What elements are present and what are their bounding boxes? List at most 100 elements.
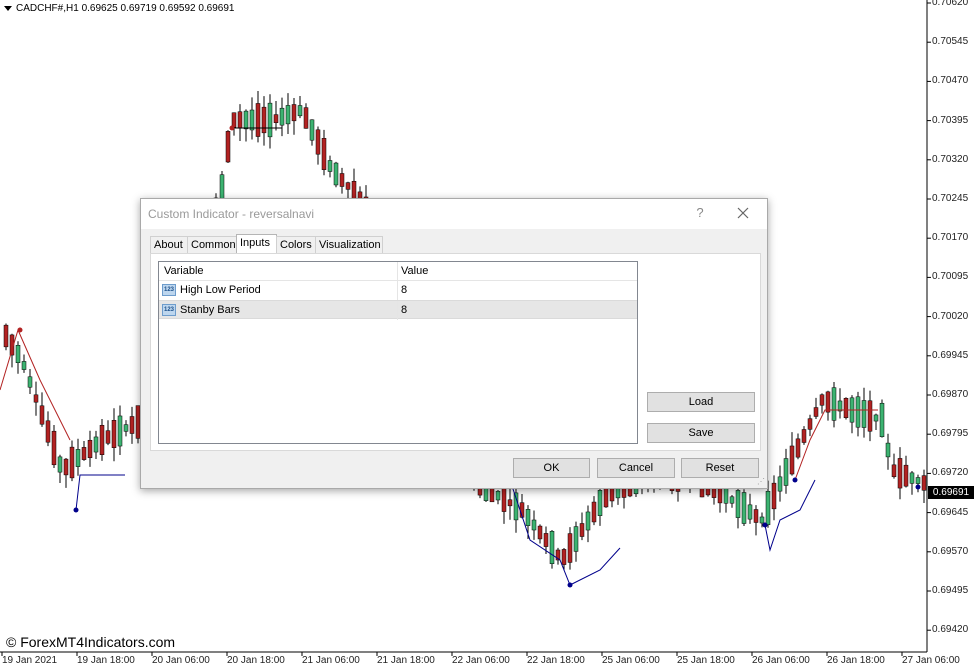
time-tick-label: 21 Jan 06:00	[302, 655, 360, 666]
candle-body	[129, 416, 135, 434]
inputs-grid: Variable Value 123 High Low Period 8 123…	[158, 261, 638, 444]
price-tick-label: 0.70620	[932, 0, 969, 8]
candle-body	[723, 488, 729, 504]
ok-button[interactable]: OK	[513, 458, 590, 478]
candle-body	[117, 415, 123, 447]
support-line	[75, 474, 125, 511]
candle-body	[303, 107, 309, 129]
candle-body	[99, 425, 105, 455]
time-tick-label: 25 Jan 06:00	[602, 655, 660, 666]
candle-body	[843, 397, 849, 419]
candle-body	[879, 402, 885, 438]
candle-body	[813, 407, 819, 417]
candle-body	[783, 458, 789, 486]
tab-inputs[interactable]: Inputs	[236, 234, 277, 254]
candle-body	[507, 499, 513, 507]
candle-body	[561, 549, 567, 565]
candle-body	[249, 109, 255, 131]
candle-body	[801, 429, 807, 443]
candle-body	[789, 445, 795, 475]
symbol-dropdown-icon[interactable]	[4, 6, 12, 11]
cancel-button[interactable]: Cancel	[597, 458, 675, 478]
candle-body	[231, 112, 237, 128]
candle-body	[819, 394, 825, 406]
price-tick-label: 0.69795	[932, 428, 969, 440]
price-tick-label: 0.69720	[932, 467, 969, 479]
candle-body	[579, 523, 585, 537]
candle-body	[63, 458, 69, 476]
dialog-titlebar[interactable]: Custom Indicator - reversalnavi ?	[141, 199, 767, 229]
candle-body	[921, 475, 927, 491]
candle-body	[729, 496, 735, 504]
candle-body	[39, 405, 45, 425]
integer-type-icon: 123	[162, 304, 176, 316]
candle-body	[765, 490, 771, 526]
candle-body	[51, 430, 57, 466]
time-tick-label: 25 Jan 18:00	[677, 655, 735, 666]
candle-body	[93, 436, 99, 453]
candle-body	[279, 107, 285, 126]
signal-dot	[17, 327, 23, 333]
tab-common[interactable]: Common	[187, 236, 237, 253]
row-variable-name: Stanby Bars	[180, 304, 240, 316]
tab-colors[interactable]: Colors	[276, 236, 316, 253]
candle-body	[81, 447, 87, 460]
tab-about[interactable]: About	[150, 236, 188, 253]
time-tick-label: 26 Jan 06:00	[752, 655, 810, 666]
candle-body	[873, 414, 879, 422]
dialog-title: Custom Indicator - reversalnavi	[148, 207, 315, 221]
time-tick-label: 19 Jan 18:00	[77, 655, 135, 666]
candle-body	[105, 430, 111, 444]
candle-body	[543, 533, 549, 547]
watermark: © ForexMT4Indicators.com	[6, 634, 176, 650]
price-tick-label: 0.70170	[932, 232, 969, 244]
price-tick-label: 0.70395	[932, 114, 969, 126]
candle-body	[261, 106, 267, 134]
candle-body	[69, 446, 75, 479]
integer-type-icon: 123	[162, 284, 176, 296]
table-row[interactable]: 123 High Low Period 8	[159, 281, 637, 300]
price-tick-label: 0.70095	[932, 271, 969, 283]
candle-body	[549, 531, 555, 564]
candle-body	[597, 490, 603, 516]
candle-body	[891, 464, 897, 478]
custom-indicator-dialog: Custom Indicator - reversalnavi ? About …	[140, 198, 768, 489]
inputs-panel: Variable Value 123 High Low Period 8 123…	[150, 253, 761, 451]
help-button[interactable]: ?	[693, 205, 707, 221]
tab-visualization[interactable]: Visualization	[315, 236, 383, 253]
candle-body	[903, 464, 909, 487]
candle-body	[3, 324, 9, 348]
candle-body	[501, 486, 507, 512]
candle-body	[309, 119, 315, 141]
time-tick-label: 27 Jan 06:00	[902, 655, 960, 666]
candle-body	[747, 504, 753, 520]
candle-body	[327, 160, 333, 172]
candle-body	[855, 396, 861, 428]
row-value[interactable]: 8	[401, 304, 407, 316]
candle-body	[795, 438, 801, 458]
row-value[interactable]: 8	[401, 284, 407, 296]
column-header-value[interactable]: Value	[401, 265, 428, 277]
support-line	[509, 479, 621, 586]
candle-body	[57, 456, 63, 473]
candle-body	[225, 131, 231, 163]
candle-body	[573, 526, 579, 552]
candle-body	[339, 173, 345, 187]
row-variable-name: High Low Period	[180, 284, 261, 296]
candle-body	[267, 102, 273, 138]
table-row[interactable]: 123 Stanby Bars 8	[159, 300, 637, 320]
reset-button[interactable]: Reset	[681, 458, 759, 478]
column-header-variable[interactable]: Variable	[164, 265, 204, 277]
candle-body	[735, 490, 741, 518]
price-tick-label: 0.69420	[932, 624, 969, 636]
load-button[interactable]: Load	[647, 392, 755, 412]
candle-body	[123, 424, 129, 432]
resize-grip-icon[interactable]: ⋰	[757, 478, 765, 486]
candle-body	[333, 162, 339, 186]
close-button[interactable]	[735, 205, 751, 221]
candle-body	[537, 525, 543, 540]
price-tick-label: 0.69945	[932, 349, 969, 361]
save-button[interactable]: Save	[647, 423, 755, 443]
candle-body	[321, 138, 327, 170]
candle-body	[741, 492, 747, 524]
